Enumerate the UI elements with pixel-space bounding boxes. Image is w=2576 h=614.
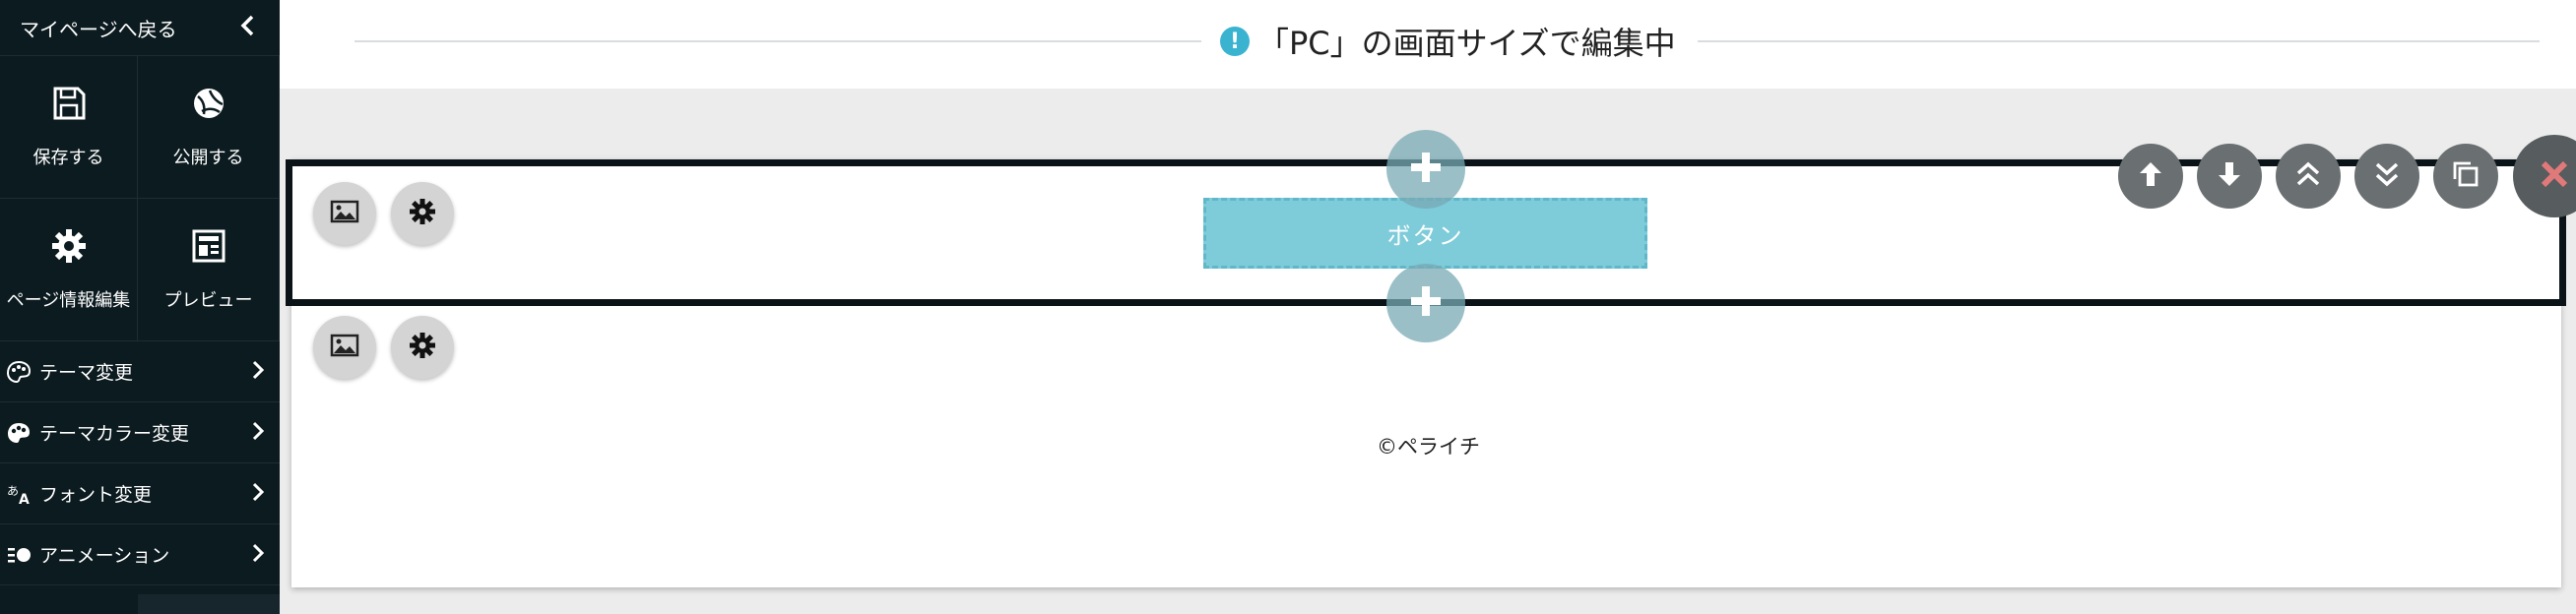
sidebar-item-theme[interactable]: テーマ変更 bbox=[0, 341, 280, 402]
publish-button[interactable]: 公開する bbox=[138, 56, 280, 199]
move-bottom-button[interactable] bbox=[2354, 144, 2419, 209]
page-info-edit-button[interactable]: ページ情報編集 bbox=[0, 199, 138, 341]
screen-size-header: ! 「PC」の画面サイズで編集中 bbox=[280, 0, 2576, 89]
sidebar-item-theme-label: テーマ変更 bbox=[39, 362, 134, 384]
preview-icon bbox=[190, 227, 227, 286]
page-info-edit-label: ページ情報編集 bbox=[6, 290, 131, 311]
sidebar-item-theme-color[interactable]: テーマカラー変更 bbox=[0, 402, 280, 463]
footer-copyright: ©ペライチ bbox=[1377, 435, 1480, 459]
sidebar-bottom-tiles bbox=[0, 594, 280, 614]
svg-text:あ: あ bbox=[7, 484, 19, 498]
plus-icon bbox=[1406, 148, 1446, 191]
move-bottom-icon bbox=[2370, 157, 2404, 195]
move-up-button[interactable] bbox=[2118, 144, 2183, 209]
gear-icon bbox=[50, 227, 88, 286]
section-settings-button[interactable] bbox=[391, 316, 454, 379]
chevron-right-icon bbox=[250, 359, 266, 385]
gear-icon bbox=[408, 197, 437, 230]
save-icon bbox=[50, 85, 88, 144]
image-icon bbox=[330, 331, 359, 364]
sidebar-tiles: 保存する 公開する ページ情報編集 プレビュー bbox=[0, 56, 280, 341]
image-icon bbox=[330, 197, 359, 230]
sidebar-item-font[interactable]: あA フォント変更 bbox=[0, 463, 280, 524]
move-up-icon bbox=[2134, 157, 2167, 195]
animation-icon bbox=[6, 543, 39, 567]
preview-label: プレビュー bbox=[163, 290, 253, 311]
sidebar-item-font-label: フォント変更 bbox=[39, 484, 153, 506]
move-down-icon bbox=[2213, 157, 2246, 195]
header-divider-right bbox=[1698, 40, 2540, 42]
publish-icon bbox=[190, 85, 227, 144]
sidebar-item-theme-color-label: テーマカラー変更 bbox=[39, 423, 190, 445]
move-top-icon bbox=[2291, 157, 2325, 195]
back-to-mypage-label: マイページへ戻る bbox=[20, 17, 177, 41]
chevron-right-icon bbox=[250, 420, 266, 446]
sidebar-item-animation-label: アニメーション bbox=[39, 545, 170, 567]
font-icon: あA bbox=[6, 482, 39, 506]
publish-label: 公開する bbox=[172, 148, 244, 168]
delete-icon bbox=[2537, 156, 2572, 196]
section-settings-button[interactable] bbox=[391, 182, 454, 245]
move-top-button[interactable] bbox=[2276, 144, 2341, 209]
back-to-mypage-link[interactable]: マイページへ戻る bbox=[0, 0, 280, 56]
move-down-button[interactable] bbox=[2197, 144, 2262, 209]
duplicate-button[interactable] bbox=[2433, 144, 2498, 209]
gear-icon bbox=[408, 331, 437, 364]
editor-sidebar: マイページへ戻る 保存する 公開する ページ情報編集 プレビュー テーマ変更 テ… bbox=[0, 0, 280, 614]
section-image-button[interactable] bbox=[313, 182, 376, 245]
preview-button[interactable]: プレビュー bbox=[138, 199, 280, 341]
svg-text:A: A bbox=[19, 492, 30, 506]
sidebar-item-animation[interactable]: アニメーション bbox=[0, 524, 280, 585]
save-button[interactable]: 保存する bbox=[0, 56, 138, 199]
section-image-button[interactable] bbox=[313, 316, 376, 379]
header-divider-left bbox=[354, 40, 1201, 42]
add-section-below-button[interactable] bbox=[1386, 264, 1465, 342]
save-label: 保存する bbox=[32, 148, 104, 168]
color-palette-icon bbox=[6, 421, 39, 445]
palette-icon bbox=[6, 360, 39, 384]
chevron-right-icon bbox=[250, 481, 266, 507]
screen-size-notice: ! 「PC」の画面サイズで編集中 bbox=[1220, 20, 1676, 63]
screen-size-notice-text: 「PC」の画面サイズで編集中 bbox=[1257, 25, 1676, 62]
chevron-left-icon bbox=[238, 15, 258, 40]
chevron-right-icon bbox=[250, 542, 266, 568]
info-icon: ! bbox=[1220, 27, 1250, 56]
plus-icon bbox=[1406, 281, 1446, 325]
duplicate-icon bbox=[2449, 157, 2482, 195]
add-section-above-button[interactable] bbox=[1386, 130, 1465, 209]
